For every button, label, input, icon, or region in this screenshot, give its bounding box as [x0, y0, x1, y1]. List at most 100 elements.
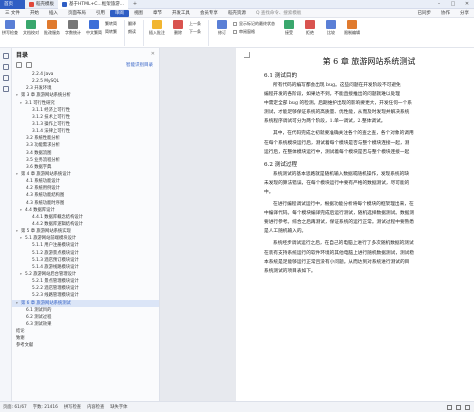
share-button[interactable]: 分享 — [455, 9, 474, 18]
toc-item[interactable]: ▾ 第 5 章 旅游网站系统实现 — [12, 228, 159, 235]
show-markup-final[interactable]: 显示标记的最终状态 — [233, 20, 275, 28]
toc-item[interactable]: 5.1.4 旅游线路模块设计 — [12, 264, 159, 271]
menu-reference[interactable]: 引用 — [91, 9, 110, 18]
toc-item[interactable]: 参考文献 — [12, 342, 159, 349]
compare-button[interactable]: 比较 — [321, 20, 341, 36]
menu-review[interactable]: 审阅 — [109, 9, 129, 17]
menu-docer-resources[interactable]: 稻壳资源 — [223, 9, 251, 18]
menu-insert[interactable]: 插入 — [44, 9, 63, 18]
menu-start[interactable]: 开始 — [25, 9, 44, 18]
toc-item[interactable]: 3.1.1 经济上可行性 — [12, 107, 159, 114]
accept-button[interactable]: 接受 — [279, 20, 299, 36]
read-aloud-button[interactable]: 朗读 — [128, 28, 136, 36]
toc-item[interactable]: 5.1.1 用户注册模块设计 — [12, 242, 159, 249]
toc-item[interactable]: ▾ 4.4 数据库设计 — [12, 207, 159, 214]
page-icon[interactable] — [2, 75, 9, 81]
menu-file[interactable]: 三 文件 — [0, 9, 25, 18]
content-check-status[interactable]: 内容检查 — [87, 404, 104, 410]
toc-item[interactable]: 3.3 功能需求分析 — [12, 142, 159, 149]
menu-developer[interactable]: 开发工具 — [167, 9, 195, 18]
toc-item[interactable]: 3.1.2 技术上可行性 — [12, 114, 159, 121]
document-page[interactable]: 第 6 章 旅游网站系统测试 6.1 测试目的 所有代码的编写都会出现 bug。… — [236, 48, 474, 401]
toc-icon[interactable] — [2, 53, 9, 59]
toc-item[interactable]: 5.2.2 酒店管理模块设计 — [12, 285, 159, 292]
zoom-icon[interactable] — [465, 404, 470, 410]
word-count-button[interactable]: 字数统计 — [63, 20, 83, 36]
toc-item[interactable]: 6.1 测试目的 — [12, 307, 159, 314]
expand-icon[interactable] — [16, 61, 22, 68]
spell-check-status[interactable]: 拼写检查 — [64, 404, 81, 410]
toc-item[interactable]: 3.1.4 法律上可行性 — [12, 128, 159, 135]
toc-item[interactable]: 3.1.3 操作上可行性 — [12, 121, 159, 128]
command-search[interactable]: Q 查找命令、搜索模板 — [251, 9, 306, 18]
toc-item[interactable]: 2.2.4 Java — [12, 71, 159, 78]
restrict-editing-button[interactable]: 限制编辑 — [342, 20, 362, 36]
next-comment-button[interactable]: 下一条 — [189, 28, 201, 36]
maximize-icon[interactable]: □ — [446, 0, 460, 9]
close-icon[interactable]: ✕ — [460, 0, 474, 9]
new-tab-button[interactable]: + — [128, 0, 142, 9]
toc-item[interactable]: 3.4 数据流图 — [12, 150, 159, 157]
correction-service-button[interactable]: 批改服务 — [42, 20, 62, 36]
trad-to-simp[interactable]: 繁转简 — [105, 20, 117, 28]
toc-item[interactable]: 5.2.1 景点管理模块设计 — [12, 278, 159, 285]
menu-view[interactable]: 视图 — [129, 9, 148, 18]
toc-item[interactable]: 5.1.2 旅游景点模块设计 — [12, 250, 159, 257]
checkbox[interactable] — [233, 30, 237, 34]
toc-item[interactable]: 2.3 开发环境 — [12, 85, 159, 92]
toc-item[interactable]: 6.3 测试效果 — [12, 321, 159, 328]
tab-document[interactable]: 基于HTML+C...框架旅游... — [58, 0, 129, 9]
toc-item[interactable]: ▾ 5.1 旅游网站前端模块设计 — [12, 235, 159, 242]
delete-comment-button[interactable]: 删除 — [168, 20, 188, 36]
toc-item[interactable]: 3.2 系统性能分析 — [12, 135, 159, 142]
insert-comment-button[interactable]: 插入批注 — [147, 20, 167, 36]
toc-item[interactable]: 结论 — [12, 328, 159, 335]
prev-comment-button[interactable]: 上一条 — [189, 20, 201, 28]
toc-item[interactable]: 4.3 系统功能结构图 — [12, 192, 159, 199]
close-icon[interactable]: ✕ — [151, 51, 155, 57]
toc-item[interactable]: 6.2 测试过程 — [12, 314, 159, 321]
simp-to-trad[interactable]: 简转繁 — [105, 28, 117, 36]
bookmark-icon[interactable] — [2, 64, 9, 70]
missing-font-status[interactable]: 缺失字体 — [110, 404, 127, 410]
menu-page-layout[interactable]: 页面布局 — [63, 9, 91, 18]
spell-check-button[interactable]: 拼写检查 — [0, 20, 20, 36]
track-changes-button[interactable]: 修订 — [212, 20, 232, 36]
toc-item[interactable]: 2.2.5 MySQL — [12, 78, 159, 85]
toc-item[interactable]: 4.1 系统功能设计 — [12, 178, 159, 185]
toc-item[interactable]: 4.4.1 数据库概念结构设计 — [12, 214, 159, 221]
sync-status[interactable]: 已同步 — [413, 9, 437, 18]
checkbox[interactable] — [233, 22, 237, 26]
menu-member[interactable]: 会员专享 — [195, 9, 223, 18]
tab-home[interactable]: 首页 — [0, 0, 25, 9]
chinese-convert-button[interactable]: 中文繁简 — [84, 20, 104, 36]
toc-item[interactable]: ▾ 5.2 旅游网站后台管理设计 — [12, 271, 159, 278]
doc-proofread-button[interactable]: 文档校对 — [21, 20, 41, 36]
translate-button[interactable]: 翻译 — [128, 20, 136, 28]
collaborate-button[interactable]: 协作 — [436, 9, 455, 18]
toc-item[interactable]: 4.4.2 数据库逻辑结构设计 — [12, 221, 159, 228]
toc-item[interactable]: ▾ 第 6 章 旅游网站系统测试 — [12, 299, 159, 307]
collapse-icon[interactable] — [26, 61, 32, 68]
toc-item[interactable]: ▾ 第 3 章 旅游网站系统分析 — [12, 92, 159, 99]
toc-item[interactable]: 4.3 系统功能时序图 — [12, 200, 159, 207]
tab-docer[interactable]: 稻壳模板 — [25, 0, 58, 9]
minimize-icon[interactable]: – — [432, 0, 446, 9]
toc-item[interactable]: 5.1.3 酒店预订模块设计 — [12, 257, 159, 264]
toc-item[interactable]: 致谢 — [12, 335, 159, 342]
search-icon[interactable] — [2, 86, 9, 92]
review-pane[interactable]: 审阅窗格 — [233, 28, 275, 36]
toc-item[interactable]: 3.5 业务流程分析 — [12, 157, 159, 164]
view-mode-icon[interactable] — [447, 404, 452, 410]
page-count[interactable]: 页面: 61/67 — [3, 404, 27, 410]
document-area[interactable]: 第 6 章 旅游网站系统测试 6.1 测试目的 所有代码的编写都会出现 bug。… — [160, 48, 474, 401]
toc-item[interactable]: 4.2 系统用例设计 — [12, 185, 159, 192]
smart-toc-button[interactable]: 智能识别目录 — [126, 62, 153, 68]
toc-item[interactable]: ▾ 3.1 可行性研究 — [12, 100, 159, 107]
reject-button[interactable]: 拒绝 — [300, 20, 320, 36]
read-mode-icon[interactable] — [456, 404, 461, 410]
word-count[interactable]: 字数: 21416 — [33, 404, 58, 410]
menu-section[interactable]: 章节 — [148, 9, 167, 18]
toc-item[interactable]: 5.2.3 线路管理模块设计 — [12, 292, 159, 299]
toc-item[interactable]: ▾ 第 4 章 旅游网站系统设计 — [12, 171, 159, 178]
